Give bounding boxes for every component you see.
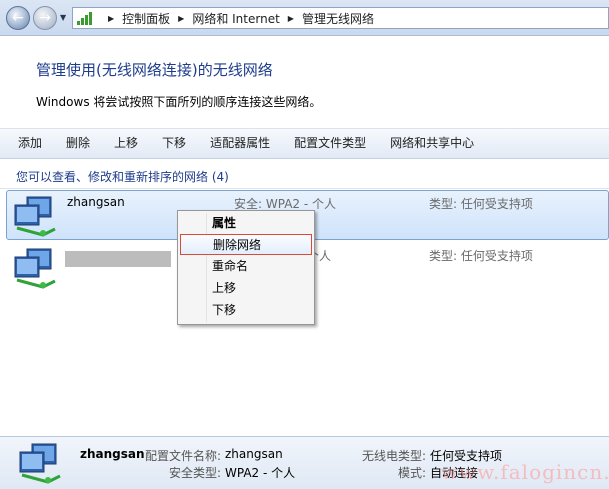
security-type-value: WPA2 - 个人 [225,466,296,480]
chevron-right-icon[interactable]: ▶ [178,14,184,23]
breadcrumb-control-panel[interactable]: 控制面板 [122,10,170,27]
sharing-center-button[interactable]: 网络和共享中心 [378,128,486,159]
mode-label: 模式: [398,466,427,480]
profile-name-value: zhangsan [225,447,283,461]
profile-name-label: 配置文件名称: [145,449,222,463]
breadcrumb-manage-wireless[interactable]: 管理无线网络 [302,10,374,27]
forward-arrow-icon[interactable]: → [33,6,57,30]
page-title: 管理使用(无线网络连接)的无线网络 [36,61,273,79]
radio-type-label: 无线电类型: [362,449,427,463]
breadcrumb-network-internet[interactable]: 网络和 Internet [192,10,279,27]
context-menu: 属性 删除网络 重命名 上移 下移 [177,210,315,325]
move-down-button[interactable]: 下移 [150,128,198,159]
network-computers-icon [14,196,56,237]
toolbar: 添加 删除 上移 下移 适配器属性 配置文件类型 网络和共享中心 [0,128,609,159]
menu-item-move-up[interactable]: 上移 [180,278,312,299]
network-type: 类型: 任何受支持项 [429,249,533,263]
move-up-button[interactable]: 上移 [102,128,150,159]
adapter-properties-button[interactable]: 适配器属性 [198,128,282,159]
redacted-network-name [65,251,171,267]
divider [0,188,609,189]
details-network-name: zhangsan [80,447,145,461]
network-list-title: 您可以查看、修改和重新排序的网络 (4) [16,170,229,184]
recent-pages-dropdown-icon[interactable]: ▼ [60,13,66,22]
delete-button[interactable]: 删除 [54,128,102,159]
network-computers-icon [19,443,61,484]
breadcrumb[interactable]: ▶ 控制面板 ▶ 网络和 Internet ▶ 管理无线网络 [72,7,609,29]
menu-item-delete-network[interactable]: 删除网络 [180,234,312,255]
network-name: zhangsan [67,195,125,209]
network-type: 类型: 任何受支持项 [429,197,533,211]
menu-item-rename[interactable]: 重命名 [180,256,312,277]
chevron-right-icon[interactable]: ▶ [288,14,294,23]
back-arrow-icon[interactable]: ← [6,6,30,30]
page-subtitle: Windows 将尝试按照下面所列的顺序连接这些网络。 [36,95,322,109]
chevron-right-icon[interactable]: ▶ [108,14,114,23]
profile-types-button[interactable]: 配置文件类型 [282,128,378,159]
signal-bars-icon [77,11,92,25]
watermark: www.falogincn.cn [441,460,609,484]
menu-item-properties[interactable]: 属性 [180,213,312,234]
network-computers-icon [14,248,56,289]
add-button[interactable]: 添加 [6,128,54,159]
menu-item-move-down[interactable]: 下移 [180,300,312,321]
address-bar: ← → ▼ ▶ 控制面板 ▶ 网络和 Internet ▶ 管理无线网络 [0,0,609,36]
security-type-label: 安全类型: [169,466,222,480]
